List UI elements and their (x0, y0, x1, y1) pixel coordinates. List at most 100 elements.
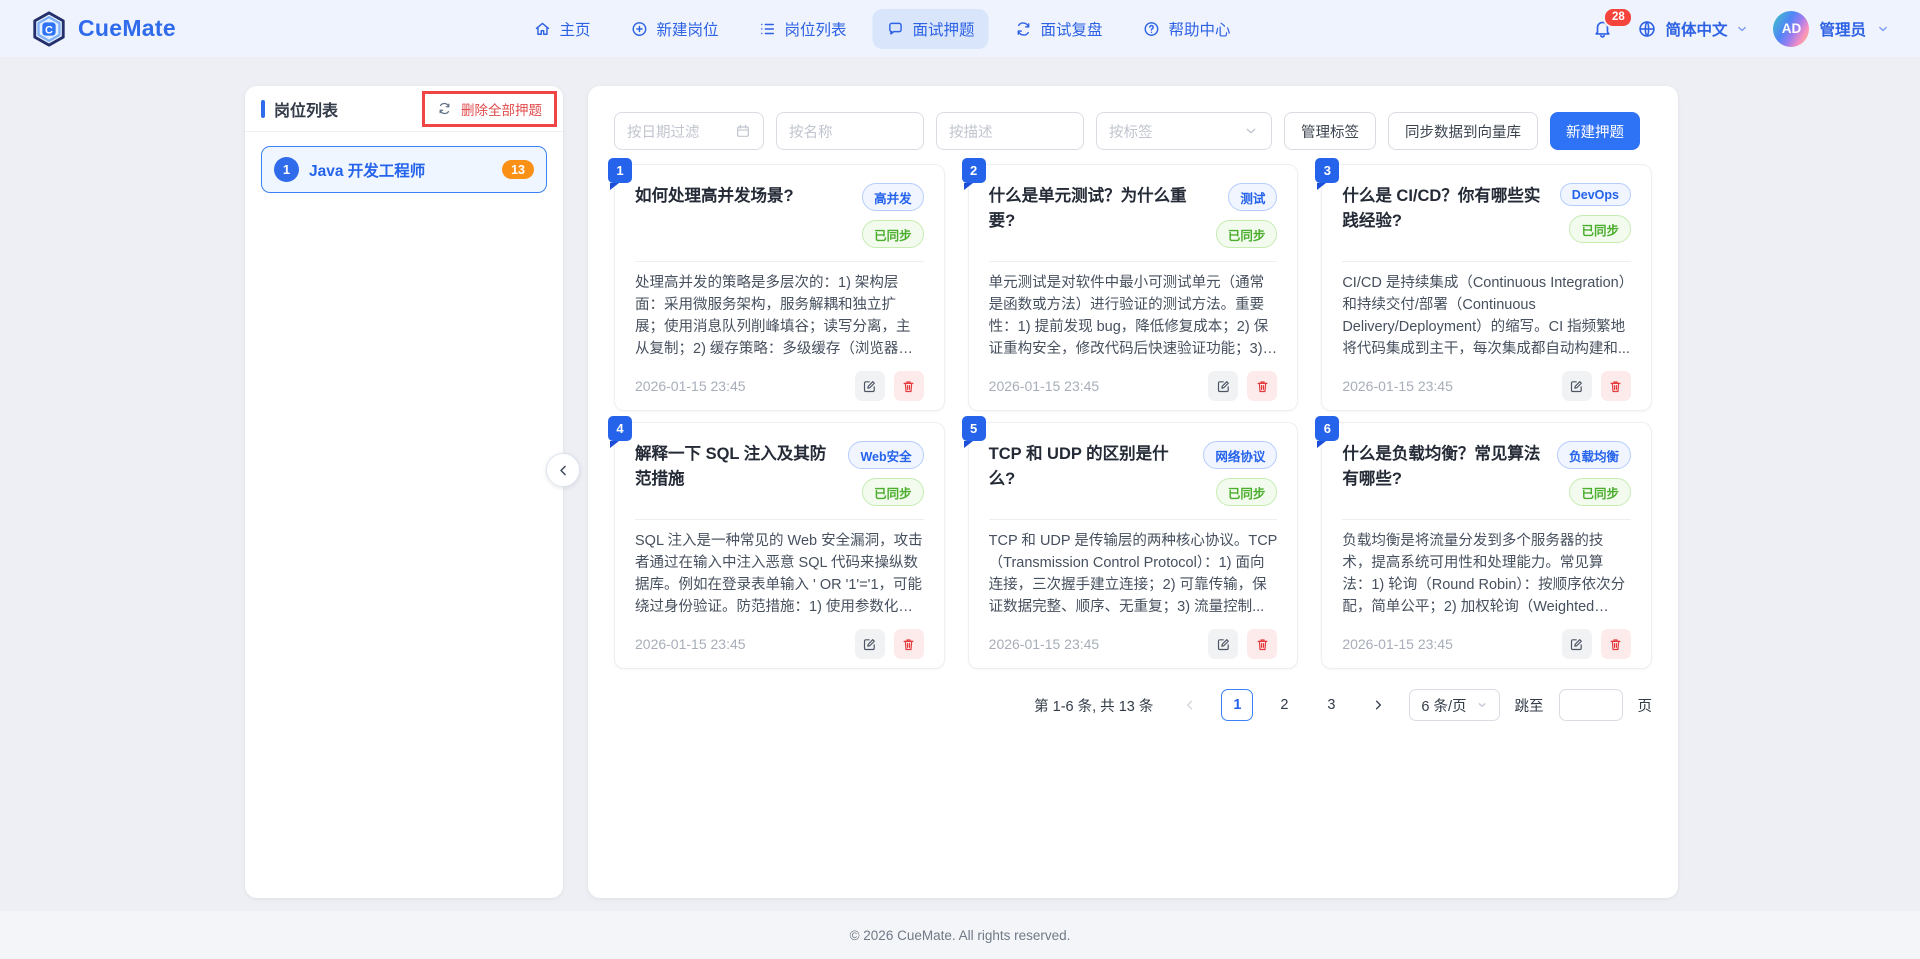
globe-icon (1637, 19, 1657, 39)
timestamp: 2026-01-15 23:45 (1342, 636, 1453, 652)
language-selector[interactable]: 简体中文 (1637, 18, 1749, 40)
question-title: 什么是单元测试？为什么重要? (989, 184, 1206, 259)
navbar-right: 28 简体中文 AD 管理员 (1592, 11, 1890, 47)
divider (635, 261, 924, 262)
sidebar-item-java-engineer[interactable]: 1 Java 开发工程师 13 (261, 146, 547, 193)
red-annotation-highlight: 删除全部押题 (422, 91, 557, 127)
divider (989, 261, 1278, 262)
edit-button[interactable] (855, 629, 885, 659)
question-description: SQL 注入是一种常见的 Web 安全漏洞，攻击者通过在输入中注入恶意 SQL … (635, 530, 924, 618)
pagination-summary: 第 1-6 条, 共 13 条 (1034, 695, 1153, 716)
card-number-ribbon: 6 (1315, 416, 1339, 441)
timestamp: 2026-01-15 23:45 (989, 636, 1100, 652)
synced-badge: 已同步 (1216, 220, 1278, 248)
nav-item-position-list[interactable]: 岗位列表 (744, 9, 860, 49)
question-card: 5 TCP 和 UDP 的区别是什么? 网络协议 已同步 TCP 和 UDP 是… (968, 422, 1299, 669)
delete-button[interactable] (1247, 629, 1277, 659)
nav-item-interview-review[interactable]: 面试复盘 (1001, 9, 1117, 49)
title-accent-bar (261, 100, 265, 118)
topic-tag: 高并发 (862, 183, 924, 211)
brand-logo[interactable]: C CueMate (30, 10, 176, 48)
delete-button[interactable] (894, 629, 924, 659)
question-title: TCP 和 UDP 的区别是什么? (989, 442, 1194, 517)
user-menu[interactable]: AD 管理员 (1773, 11, 1890, 47)
topic-tag: 负载均衡 (1557, 441, 1631, 469)
delete-button[interactable] (1247, 371, 1277, 401)
question-card: 4 解释一下 SQL 注入及其防范措施 Web安全 已同步 SQL 注入是一种常… (614, 422, 945, 669)
page-size-select[interactable]: 6 条/页 (1409, 689, 1499, 721)
copyright-text: © 2026 CueMate. All rights reserved. (850, 928, 1071, 943)
page-unit-label: 页 (1638, 695, 1653, 716)
trash-icon (1255, 637, 1270, 652)
card-number-ribbon: 4 (608, 416, 632, 441)
new-question-button[interactable]: 新建押题 (1550, 112, 1640, 150)
chevron-down-icon (1876, 22, 1890, 36)
edit-pencil-icon (1216, 637, 1231, 652)
edit-button[interactable] (1208, 629, 1238, 659)
edit-pencil-icon (862, 637, 877, 652)
nav-item-home[interactable]: 主页 (519, 9, 604, 49)
cuemate-logo-icon: C (30, 10, 68, 48)
nav-item-interview-questions[interactable]: 面试押题 (873, 9, 989, 49)
sync-to-vector-db-button[interactable]: 同步数据到向量库 (1388, 112, 1538, 150)
page-button-3[interactable]: 3 (1315, 689, 1347, 721)
chevron-left-icon (556, 463, 571, 478)
edit-pencil-icon (1569, 637, 1584, 652)
synced-badge: 已同步 (862, 478, 924, 506)
list-icon (758, 20, 776, 38)
card-number-ribbon: 3 (1315, 158, 1339, 183)
manage-tags-button[interactable]: 管理标签 (1284, 112, 1376, 150)
question-card: 6 什么是负载均衡？常见算法有哪些? 负载均衡 已同步 负载均衡是将流量分发到多… (1321, 422, 1652, 669)
synced-badge: 已同步 (1569, 478, 1631, 506)
refresh-icon (437, 101, 452, 116)
question-description: 单元测试是对软件中最小可测试单元（通常是函数或方法）进行验证的测试方法。重要性：… (989, 272, 1278, 360)
sidebar-title: 岗位列表 (261, 97, 338, 121)
svg-text:C: C (45, 24, 53, 36)
card-number-ribbon: 5 (962, 416, 986, 441)
delete-button[interactable] (1601, 371, 1631, 401)
question-description: 负载均衡是将流量分发到多个服务器的技术，提高系统可用性和处理能力。常见算法：1)… (1342, 530, 1631, 618)
page-button-1[interactable]: 1 (1221, 689, 1253, 721)
next-page-button[interactable] (1362, 689, 1394, 721)
job-name: Java 开发工程师 (309, 159, 492, 181)
trash-icon (1608, 379, 1623, 394)
chat-bubble-icon (887, 20, 905, 38)
nav-item-new-position[interactable]: 新建岗位 (616, 9, 732, 49)
question-card-grid: 1 如何处理高并发场景? 高并发 已同步 处理高并发的策略是多层次的：1) 架构… (614, 164, 1652, 669)
main-nav: 主页 新建岗位 岗位列表 面试押题 面试复盘 (519, 9, 1244, 49)
edit-pencil-icon (1569, 379, 1584, 394)
plus-circle-icon (630, 20, 648, 38)
notifications-button[interactable]: 28 (1592, 18, 1613, 39)
timestamp: 2026-01-15 23:45 (635, 378, 746, 394)
question-title: 解释一下 SQL 注入及其防范措施 (635, 442, 838, 517)
page-button-2[interactable]: 2 (1268, 689, 1300, 721)
jump-to-page-input[interactable] (1559, 689, 1623, 721)
trash-icon (901, 379, 916, 394)
edit-button[interactable] (1208, 371, 1238, 401)
synced-badge: 已同步 (1569, 215, 1631, 243)
sync-arrows-icon (1015, 20, 1033, 38)
question-count-badge: 13 (502, 160, 534, 179)
divider (1342, 519, 1631, 520)
avatar: AD (1773, 11, 1809, 47)
date-filter-input[interactable]: 按日期过滤 (614, 112, 764, 150)
jump-to-label: 跳至 (1515, 695, 1544, 716)
delete-button[interactable] (894, 371, 924, 401)
edit-button[interactable] (1562, 371, 1592, 401)
nav-item-help-center[interactable]: 帮助中心 (1129, 9, 1245, 49)
delete-all-questions-button[interactable]: 删除全部押题 (437, 99, 542, 119)
prev-page-button[interactable] (1174, 689, 1206, 721)
tag-filter-select[interactable]: 按标签 (1096, 112, 1272, 150)
brand-name: CueMate (78, 15, 176, 42)
delete-button[interactable] (1601, 629, 1631, 659)
description-filter-input[interactable]: 按描述 (936, 112, 1084, 150)
sidebar-collapse-button[interactable] (546, 453, 580, 487)
job-index-badge: 1 (274, 157, 299, 182)
timestamp: 2026-01-15 23:45 (1342, 378, 1453, 394)
edit-button[interactable] (1562, 629, 1592, 659)
question-title: 什么是 CI/CD？你有哪些实践经验? (1342, 184, 1549, 259)
name-filter-input[interactable]: 按名称 (776, 112, 924, 150)
home-icon (533, 20, 551, 38)
edit-button[interactable] (855, 371, 885, 401)
calendar-icon (735, 123, 751, 139)
